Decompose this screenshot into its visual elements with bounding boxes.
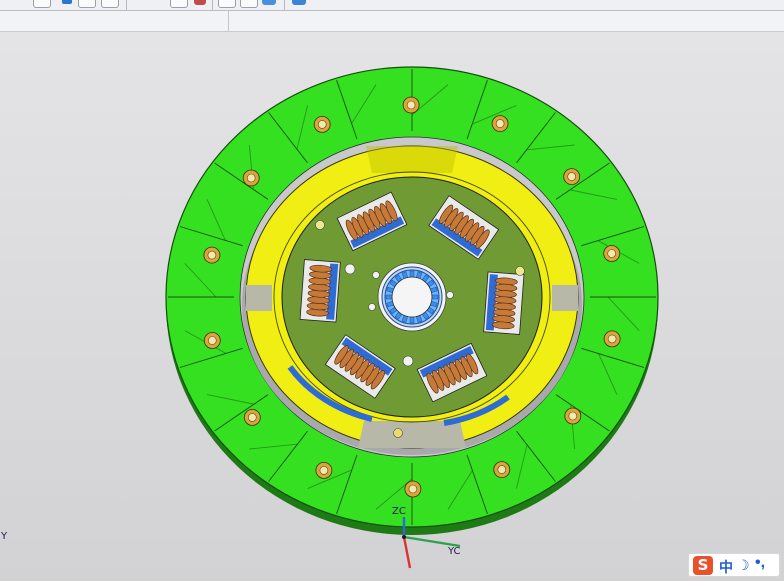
insert-icon[interactable] [150, 0, 168, 8]
rivet-hole [495, 119, 505, 128]
rivet-hole [607, 249, 616, 258]
spline-hub [377, 262, 447, 332]
y-edge-label: Y [1, 531, 8, 542]
zc-axis-label: ZC [392, 506, 406, 517]
clutch-disc-model[interactable] [0, 32, 784, 581]
yc-axis-label: YC [448, 546, 461, 557]
arc-tool-icon[interactable] [101, 0, 119, 8]
rivet-hole [568, 411, 578, 421]
select-filter-icon[interactable] [33, 0, 51, 8]
secondary-toolbar [0, 11, 784, 32]
rivet-hole [607, 334, 617, 344]
view-triad-icon[interactable] [262, 0, 276, 5]
line-tool-icon[interactable] [78, 0, 96, 8]
rivet-hole [408, 484, 418, 494]
point-snap-icon[interactable] [62, 0, 72, 4]
ime-punct-icon[interactable]: •, [755, 554, 765, 572]
rivet-hole [317, 120, 327, 129]
rivet-hole [248, 413, 257, 422]
toolbar-divider [228, 11, 229, 31]
edit-icon[interactable] [240, 0, 258, 8]
rivet-hole [406, 100, 416, 110]
rivet-hole [246, 173, 256, 183]
rivet-hole [207, 250, 217, 260]
ime-lang-toggle[interactable]: 中 [719, 557, 733, 577]
sogou-logo-icon[interactable]: S [693, 556, 713, 575]
rivet-hole [567, 172, 576, 181]
damper-spring [483, 271, 525, 335]
circle-view-icon[interactable] [170, 0, 188, 8]
graphics-viewport[interactable]: ZC YC Y [0, 32, 784, 581]
rivet-hole [319, 466, 329, 475]
top-toolbar [0, 0, 784, 11]
rivet-hole [208, 336, 217, 345]
cube-view-icon[interactable] [292, 0, 306, 5]
rivet-hole [497, 465, 507, 474]
ime-status-bar[interactable]: S 中 ☽ •, [688, 553, 780, 577]
shaded-view-icon[interactable] [194, 0, 206, 5]
damper-spring [299, 259, 341, 323]
ime-moon-icon[interactable]: ☽ [737, 557, 750, 574]
section-icon[interactable] [218, 0, 236, 8]
